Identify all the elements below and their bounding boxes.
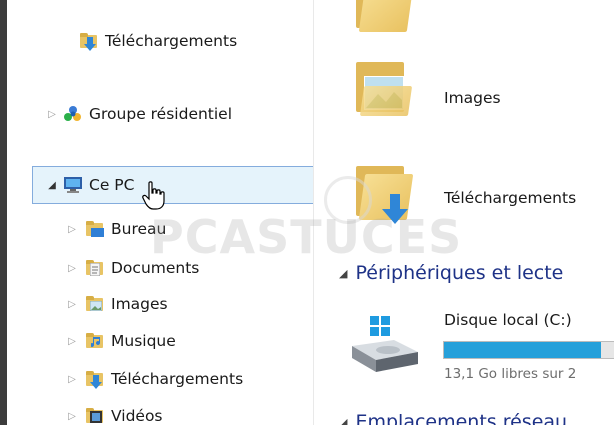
expand-arrow-icon[interactable]: ▷ <box>65 374 79 385</box>
folder-partial-icon[interactable] <box>352 0 414 34</box>
expand-arrow-icon[interactable]: ▷ <box>65 411 79 422</box>
local-disk-icon <box>352 316 418 372</box>
section-header-devices[interactable]: ◢ Périphériques et lecte <box>339 262 563 284</box>
nav-item-images[interactable]: ▷ Images <box>65 289 168 319</box>
expand-arrow-icon[interactable]: ▷ <box>45 109 59 120</box>
desktop-folder-icon <box>85 220 105 238</box>
downloads-folder-icon <box>79 32 99 51</box>
nav-item-telechargements-quick[interactable]: Téléchargements <box>79 26 237 56</box>
drive-usage-fill <box>444 342 601 358</box>
watermark-text: PCASTUCES <box>150 210 463 264</box>
drive-usage-bar <box>443 341 614 359</box>
videos-folder-icon <box>85 407 105 425</box>
nav-item-label: Vidéos <box>111 407 163 425</box>
expand-arrow-icon[interactable]: ▷ <box>65 224 79 235</box>
nav-item-label: Musique <box>111 332 176 350</box>
drive-free-space: 13,1 Go libres sur 2 <box>444 366 577 382</box>
nav-item-musique[interactable]: ▷ Musique <box>65 326 176 356</box>
nav-item-homegroup[interactable]: ▷ Groupe résidentiel <box>45 99 232 129</box>
section-header-network[interactable]: ◢ Emplacements réseau <box>339 411 567 425</box>
hand-cursor-icon <box>142 181 165 210</box>
documents-folder-icon <box>85 259 105 277</box>
computer-icon <box>63 176 83 194</box>
homegroup-icon <box>63 105 83 123</box>
expand-arrow-icon[interactable]: ▷ <box>65 299 79 310</box>
drive-label: Disque local (C:) <box>444 311 572 329</box>
section-collapse-icon[interactable]: ◢ <box>339 267 347 280</box>
nav-item-label: Groupe résidentiel <box>89 105 233 123</box>
nav-item-telechargements[interactable]: ▷ Téléchargements <box>65 364 243 394</box>
pictures-large-folder-icon <box>352 56 413 118</box>
nav-item-label: Images <box>111 295 168 313</box>
nav-item-label: Téléchargements <box>111 370 244 388</box>
expand-arrow-icon[interactable]: ▷ <box>65 336 79 347</box>
nav-item-label: Ce PC <box>89 176 135 194</box>
pictures-folder-icon <box>85 295 105 313</box>
music-folder-icon <box>85 332 105 350</box>
window-left-border <box>0 0 7 425</box>
folder-label: Téléchargements <box>444 189 577 207</box>
downloads-folder-icon <box>85 370 105 389</box>
section-collapse-icon[interactable]: ◢ <box>339 416 347 425</box>
expand-arrow-icon[interactable]: ▷ <box>65 263 79 274</box>
nav-item-videos[interactable]: ▷ Vidéos <box>65 401 163 425</box>
folder-label: Images <box>444 89 501 107</box>
nav-item-label: Téléchargements <box>105 32 238 50</box>
nav-item-ce-pc[interactable]: ◢ Ce PC <box>45 170 134 200</box>
collapse-arrow-icon[interactable]: ◢ <box>45 180 59 191</box>
